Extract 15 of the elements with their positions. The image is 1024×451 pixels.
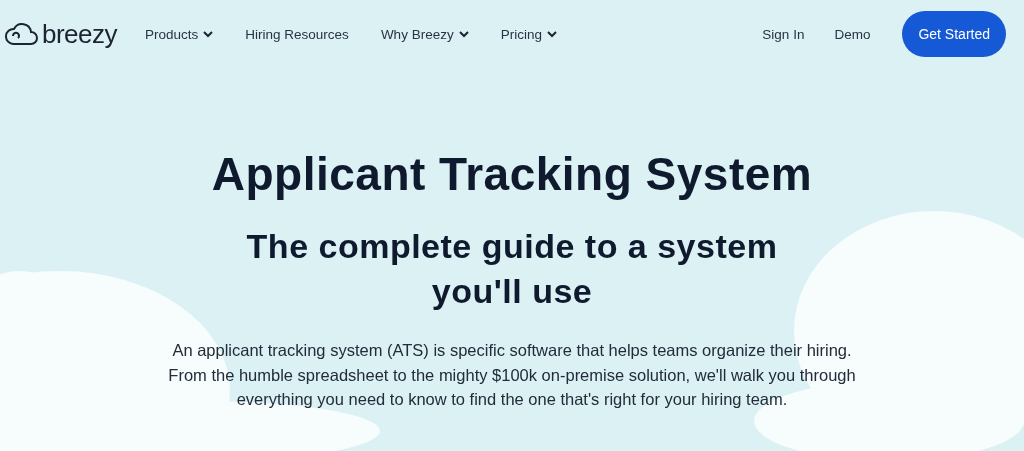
chevron-down-icon bbox=[546, 30, 557, 38]
chevron-down-icon bbox=[203, 30, 214, 38]
nav-link[interactable]: Sign In bbox=[762, 26, 805, 42]
cloud-logo-icon[interactable] bbox=[5, 22, 38, 46]
page-title: Applicant Tracking System bbox=[211, 147, 813, 201]
brand-name[interactable]: breezy bbox=[42, 18, 118, 50]
nav-link[interactable]: Hiring Resources bbox=[245, 26, 349, 42]
chevron-down-icon bbox=[458, 30, 469, 38]
page-subtitle: The complete guide to a system you'll use bbox=[245, 226, 779, 312]
intro-paragraph: An applicant tracking system (ATS) is specific software that helps teams organize their hiring. From the humble spreadsheet to the mighty $100k on-premise solution, we'll walk you through everything you need to know to find the one that's right for your hiring team. bbox=[167, 340, 857, 410]
nav-link[interactable]: Products bbox=[145, 26, 214, 42]
get-started-button[interactable]: Get Started bbox=[902, 11, 1006, 57]
nav-link[interactable]: Pricing bbox=[500, 26, 557, 42]
nav-link[interactable]: Why Breezy bbox=[380, 26, 469, 42]
nav-link[interactable]: Demo bbox=[834, 26, 871, 42]
